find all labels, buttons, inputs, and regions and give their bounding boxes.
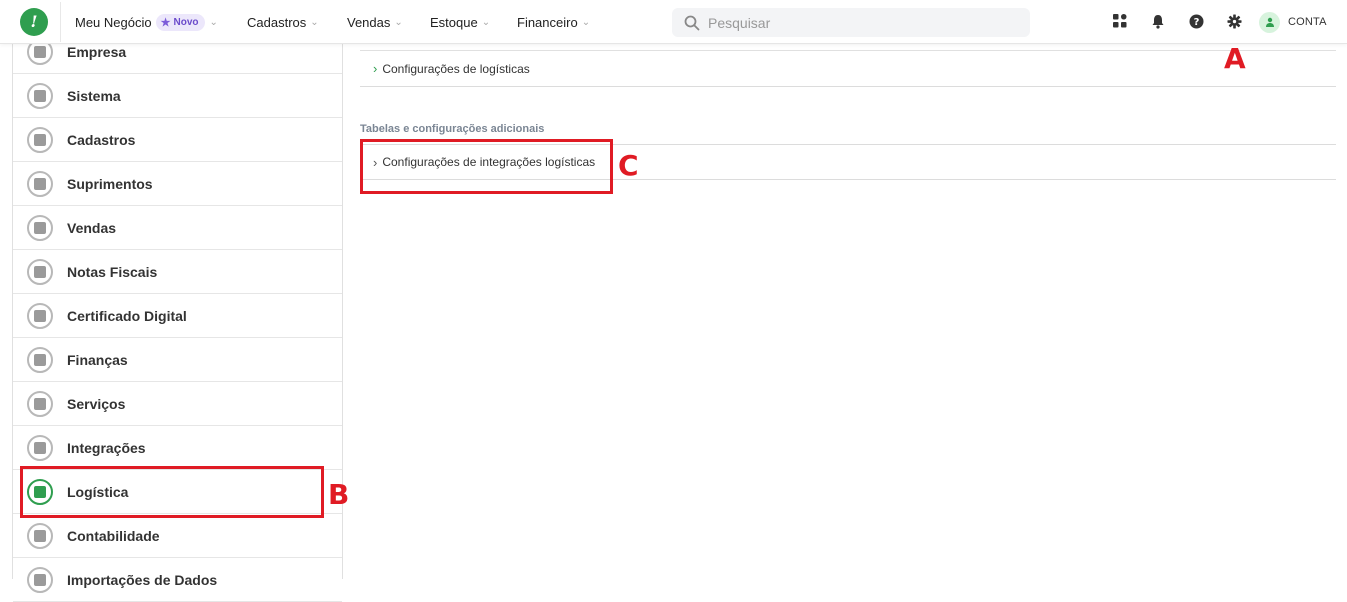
nav-financeiro-label: Financeiro — [517, 14, 578, 30]
box-icon — [27, 170, 53, 197]
chevron-down-icon: ⌄ — [310, 16, 319, 28]
calculator-icon — [27, 522, 53, 549]
help-icon[interactable]: ? — [1187, 12, 1205, 30]
top-navigation-bar: ! Meu Negócio ★ Novo ⌄ Cadastros ⌄ Vendas ⌄… — [0, 0, 1347, 44]
book-icon — [27, 126, 53, 153]
sidebar-item-importacoes-de-dados[interactable]: Importações de Dados — [13, 558, 342, 602]
sidebar-item-label: Vendas — [67, 219, 117, 236]
sidebar-item-label: Contabilidade — [67, 527, 160, 544]
row-label: Configurações de logísticas — [382, 61, 530, 76]
account-label: CONTA — [1288, 16, 1327, 28]
nav-financeiro[interactable]: Financeiro ⌄ — [517, 0, 590, 44]
nav-cadastros[interactable]: Cadastros ⌄ — [247, 0, 319, 44]
nav-vendas-label: Vendas — [347, 14, 391, 30]
chevron-down-icon: ⌄ — [394, 16, 403, 28]
sidebar-item-financas[interactable]: Finanças — [13, 338, 342, 382]
annotation-label-c: C — [618, 149, 639, 182]
sidebar-item-label: Certificado Digital — [67, 307, 187, 324]
annotation-label-b: B — [328, 478, 350, 511]
users-icon — [27, 214, 53, 241]
app-logo[interactable]: ! — [20, 8, 48, 36]
sidebar-item-vendas[interactable]: Vendas — [13, 206, 342, 250]
certificate-icon — [27, 302, 53, 329]
sidebar-item-label: Integrações — [67, 439, 146, 456]
sidebar-item-certificado-digital[interactable]: Certificado Digital — [13, 294, 342, 338]
sidebar-item-suprimentos[interactable]: Suprimentos — [13, 162, 342, 206]
chevron-down-icon: ⌄ — [581, 16, 591, 28]
piggy-bank-icon — [27, 346, 53, 373]
divider — [60, 2, 61, 42]
section-title: Tabelas e configurações adicionais — [360, 123, 545, 135]
new-badge: ★ Novo — [155, 13, 206, 31]
chevron-down-icon: ⌄ — [209, 16, 218, 28]
sidebar-item-integracoes[interactable]: Integrações — [13, 426, 342, 470]
nav-meu-negocio[interactable]: Meu Negócio ★ Novo ⌄ — [75, 0, 218, 44]
annotation-label-a: A — [1224, 42, 1246, 75]
sidebar-item-label: Sistema — [67, 87, 121, 104]
user-icon — [1265, 17, 1274, 27]
row-label: Configurações de integrações logísticas — [382, 155, 596, 169]
settings-sidebar: Empresa Sistema Cadastros Suprimentos Ve… — [12, 30, 343, 602]
truck-icon — [27, 478, 53, 505]
account-menu[interactable]: CONTA — [1259, 11, 1327, 33]
nav-vendas[interactable]: Vendas ⌄ — [347, 0, 403, 44]
svg-text:?: ? — [1193, 17, 1199, 28]
avatar — [1259, 11, 1280, 33]
sidebar-item-label: Cadastros — [67, 131, 136, 148]
monitor-icon — [27, 82, 53, 109]
invoice-icon — [27, 258, 53, 285]
nav-estoque-label: Estoque — [430, 14, 478, 30]
sidebar-item-contabilidade[interactable]: Contabilidade — [13, 514, 342, 558]
sidebar-item-label: Finanças — [67, 351, 128, 368]
integration-icon — [27, 434, 53, 461]
sidebar-item-label: Importações de Dados — [67, 571, 218, 588]
apps-icon[interactable] — [1111, 12, 1129, 30]
star-icon: ★ — [160, 16, 171, 29]
bell-icon[interactable] — [1149, 12, 1167, 30]
gear-icon[interactable] — [1225, 12, 1243, 30]
sidebar-item-label: Logística — [67, 483, 129, 500]
import-icon — [27, 566, 53, 593]
search-input[interactable] — [708, 14, 1008, 31]
sidebar-item-logistica[interactable]: Logística — [13, 470, 342, 514]
sidebar-item-label: Empresa — [67, 43, 127, 60]
nav-estoque[interactable]: Estoque ⌄ — [430, 0, 490, 44]
sidebar-item-servicos[interactable]: Serviços — [13, 382, 342, 426]
chevron-down-icon: ⌄ — [481, 16, 491, 28]
search-box[interactable] — [672, 8, 1030, 37]
sidebar-item-label: Suprimentos — [67, 175, 153, 192]
sidebar-item-label: Serviços — [67, 395, 126, 412]
nav-cadastros-label: Cadastros — [247, 14, 307, 30]
clipboard-icon — [27, 390, 53, 417]
nav-meu-negocio-label: Meu Negócio — [75, 14, 152, 30]
sidebar-item-sistema[interactable]: Sistema — [13, 74, 342, 118]
row-configuracoes-integracoes-logisticas[interactable]: › Configurações de integrações logística… — [360, 145, 1336, 180]
chevron-right-icon: › — [373, 154, 378, 170]
sidebar-item-cadastros[interactable]: Cadastros — [13, 118, 342, 162]
chevron-right-icon: › — [373, 61, 378, 76]
sidebar-item-label: Notas Fiscais — [67, 263, 158, 280]
search-icon — [684, 15, 700, 30]
sidebar-item-notas-fiscais[interactable]: Notas Fiscais — [13, 250, 342, 294]
row-configuracoes-logisticas[interactable]: › Configurações de logísticas — [360, 51, 1336, 87]
